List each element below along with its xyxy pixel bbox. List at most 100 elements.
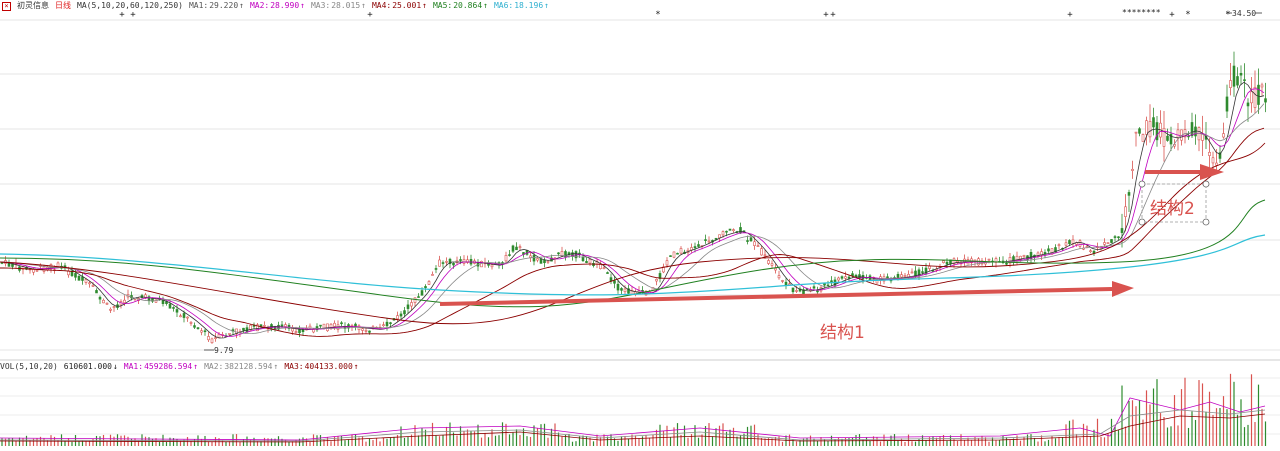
event-marker-3: * — [655, 10, 660, 20]
candle-body-300 — [1050, 248, 1054, 255]
candle-body-120 — [420, 290, 424, 296]
candle-body-152 — [532, 255, 536, 262]
candle-body-292 — [1022, 254, 1026, 258]
candle-body-258 — [903, 275, 907, 277]
candle-body-24 — [84, 279, 88, 283]
candle-body-192 — [672, 251, 676, 258]
candle-body-321 — [1124, 206, 1127, 217]
candle-body-316 — [1106, 242, 1110, 244]
candle-body-226 — [791, 287, 795, 293]
candle-body-30 — [105, 302, 109, 305]
candle-body-85 — [298, 328, 301, 334]
candle-body-305 — [1068, 240, 1071, 245]
candle-body-240 — [840, 276, 844, 279]
candlestick-chart[interactable]: + + + * + + + + * ********* 9.79 34.50 — [0, 0, 1280, 451]
price-ma-item-6: MA6: 18.196 ↑ — [493, 1, 549, 10]
candle-body-244 — [854, 274, 858, 278]
candle-body-55 — [193, 325, 196, 328]
candle-body-121 — [424, 286, 427, 289]
candle-body-340 — [1190, 122, 1194, 137]
candle-body-129 — [452, 262, 455, 266]
candle-body-308 — [1078, 240, 1082, 247]
candle-body-356 — [1246, 102, 1250, 107]
candle-body-52 — [182, 313, 186, 318]
candle-body-29 — [102, 299, 105, 304]
candle-body-23 — [81, 276, 84, 281]
candle-body-91 — [319, 324, 322, 327]
candle-body-122 — [427, 281, 431, 285]
candle-body-360 — [1260, 84, 1264, 88]
candle-body-21 — [74, 273, 77, 278]
vol-ma-item-1: MA1: 459286.594 ↑ — [123, 362, 199, 371]
candle-body-178 — [623, 288, 627, 293]
candle-body-357 — [1250, 91, 1253, 104]
candle-body-113 — [396, 315, 399, 320]
candle-body-206 — [721, 231, 725, 236]
candle-body-213 — [746, 240, 749, 242]
candle-body-306 — [1071, 239, 1075, 244]
selection-handle-1 — [1202, 180, 1210, 188]
close-icon[interactable]: × — [2, 1, 11, 11]
ma-params: MA(5,10,20,60,120,250) — [77, 1, 183, 10]
candle-body-324 — [1134, 131, 1138, 134]
structure-1-arrow-shaft — [439, 287, 1113, 306]
candle-body-49 — [172, 307, 175, 309]
candle-body-358 — [1253, 86, 1257, 108]
price-ma-item-2: MA2: 28.990 ↑ — [249, 1, 305, 10]
candle-body-0 — [0, 262, 4, 264]
candle-body-81 — [284, 324, 287, 327]
stock-name: 初灵信息 — [17, 1, 49, 10]
candle-body-219 — [767, 260, 770, 264]
candle-body-111 — [389, 322, 392, 324]
candle-body-145 — [508, 254, 511, 256]
candle-body-159 — [557, 252, 560, 255]
candle-body-42 — [147, 296, 151, 301]
price-ma-item-3: MA3: 28.015 ↑ — [310, 1, 366, 10]
candle-body-84 — [294, 331, 298, 334]
candle-body-9 — [32, 269, 35, 273]
candle-body-222 — [777, 275, 781, 279]
candle-body-118 — [413, 297, 417, 303]
candle-body-114 — [399, 313, 403, 317]
candle-body-227 — [795, 290, 798, 292]
candle-body-349 — [1222, 133, 1225, 138]
candle-body-58 — [203, 330, 207, 333]
event-marker-7: + — [1169, 10, 1175, 20]
candle-body-201 — [704, 239, 707, 241]
candle-body-260 — [910, 271, 914, 274]
selection-handle-0 — [1138, 180, 1146, 188]
candle-body-333 — [1166, 135, 1169, 141]
candle-body-48 — [168, 303, 172, 309]
candle-body-242 — [847, 276, 851, 279]
candle-body-172 — [602, 267, 606, 270]
candle-body-207 — [725, 230, 728, 233]
candle-body-351 — [1229, 80, 1232, 88]
structure-2-label: 结构2 — [1150, 199, 1195, 219]
candle-body-211 — [739, 227, 742, 234]
candle-body-175 — [613, 280, 616, 284]
candle-body-35 — [123, 299, 126, 304]
candle-body-147 — [515, 246, 518, 251]
candle-body-10 — [35, 269, 39, 272]
candle-body-209 — [732, 229, 735, 231]
candle-body-214 — [749, 237, 753, 242]
high-price-marker: 34.50 — [1226, 9, 1262, 18]
candle-body-322 — [1127, 192, 1131, 196]
candle-body-25 — [88, 282, 91, 285]
period-label[interactable]: 日线 — [55, 0, 71, 12]
candle-body-167 — [585, 261, 588, 263]
candle-body-345 — [1208, 151, 1211, 156]
candle-body-173 — [606, 272, 609, 274]
candle-body-22 — [77, 275, 81, 281]
candle-body-115 — [403, 310, 406, 315]
low-price-label: 9.79 — [214, 346, 233, 355]
candle-body-101 — [354, 323, 357, 327]
event-marker-5: + — [830, 10, 836, 20]
candle-body-146 — [511, 245, 515, 252]
candle-body-83 — [291, 328, 294, 332]
candle-body-190 — [665, 260, 669, 266]
candle-body-225 — [788, 283, 791, 286]
candle-body-126 — [441, 262, 445, 264]
candle-body-125 — [438, 259, 441, 267]
candle-body-32 — [112, 306, 116, 308]
